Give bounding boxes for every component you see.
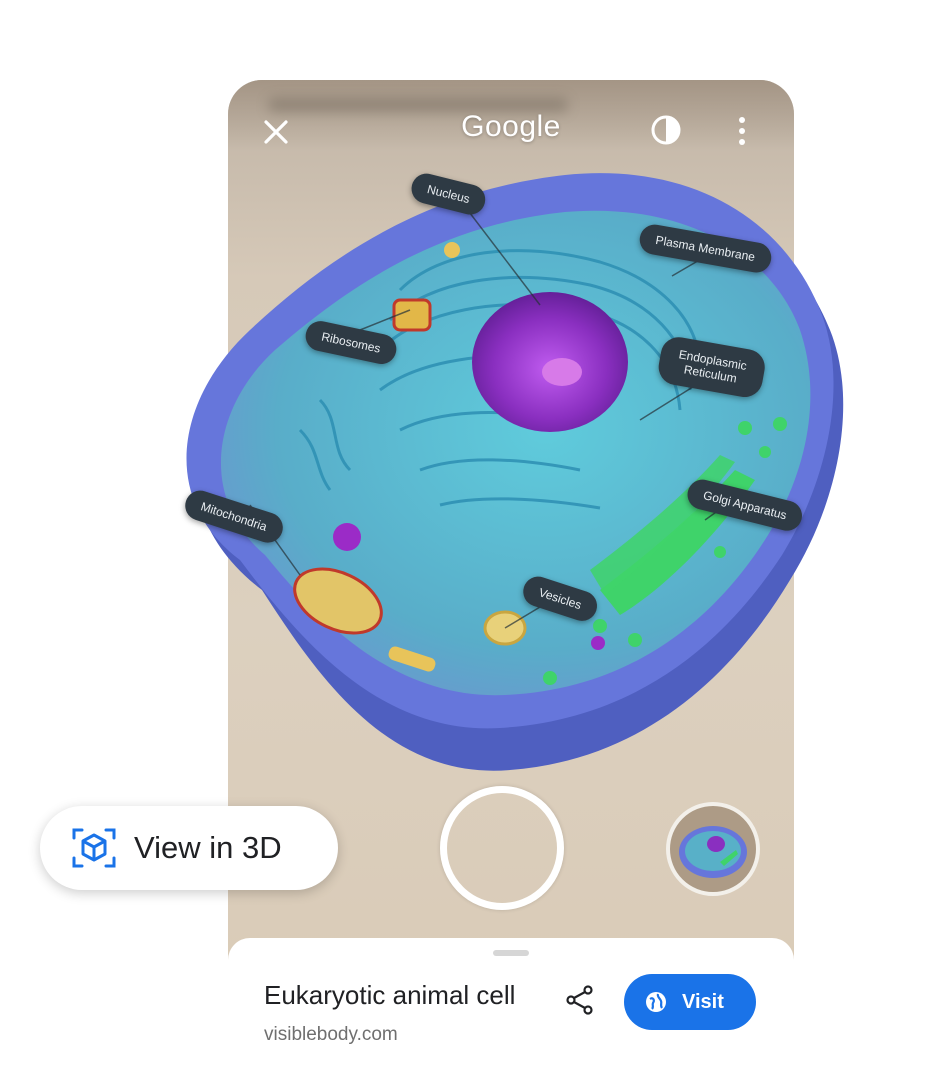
- visit-label: Visit: [682, 990, 724, 1013]
- thumbnail-cell-image: [679, 826, 747, 878]
- share-icon[interactable]: [564, 984, 596, 1016]
- result-sheet: Eukaryotic animal cell visiblebody.com V…: [228, 938, 794, 1068]
- view-in-3d-button[interactable]: View in 3D: [40, 806, 338, 890]
- more-vert-icon[interactable]: [732, 112, 752, 150]
- view-in-3d-label: View in 3D: [134, 830, 282, 865]
- google-logo: Google: [461, 110, 561, 143]
- result-domain[interactable]: visiblebody.com: [264, 1024, 398, 1046]
- visit-button[interactable]: Visit: [624, 974, 756, 1030]
- recent-capture-thumbnail[interactable]: [666, 802, 760, 896]
- result-title[interactable]: Eukaryotic animal cell: [264, 980, 515, 1011]
- lysosome: [333, 523, 361, 551]
- globe-icon: [646, 992, 666, 1012]
- contrast-icon[interactable]: [648, 112, 684, 148]
- 3d-cube-icon: [72, 828, 116, 868]
- shutter-button[interactable]: [440, 786, 564, 910]
- nucleolus: [542, 358, 582, 386]
- top-bar: Google: [228, 80, 794, 180]
- drag-handle[interactable]: [493, 950, 529, 956]
